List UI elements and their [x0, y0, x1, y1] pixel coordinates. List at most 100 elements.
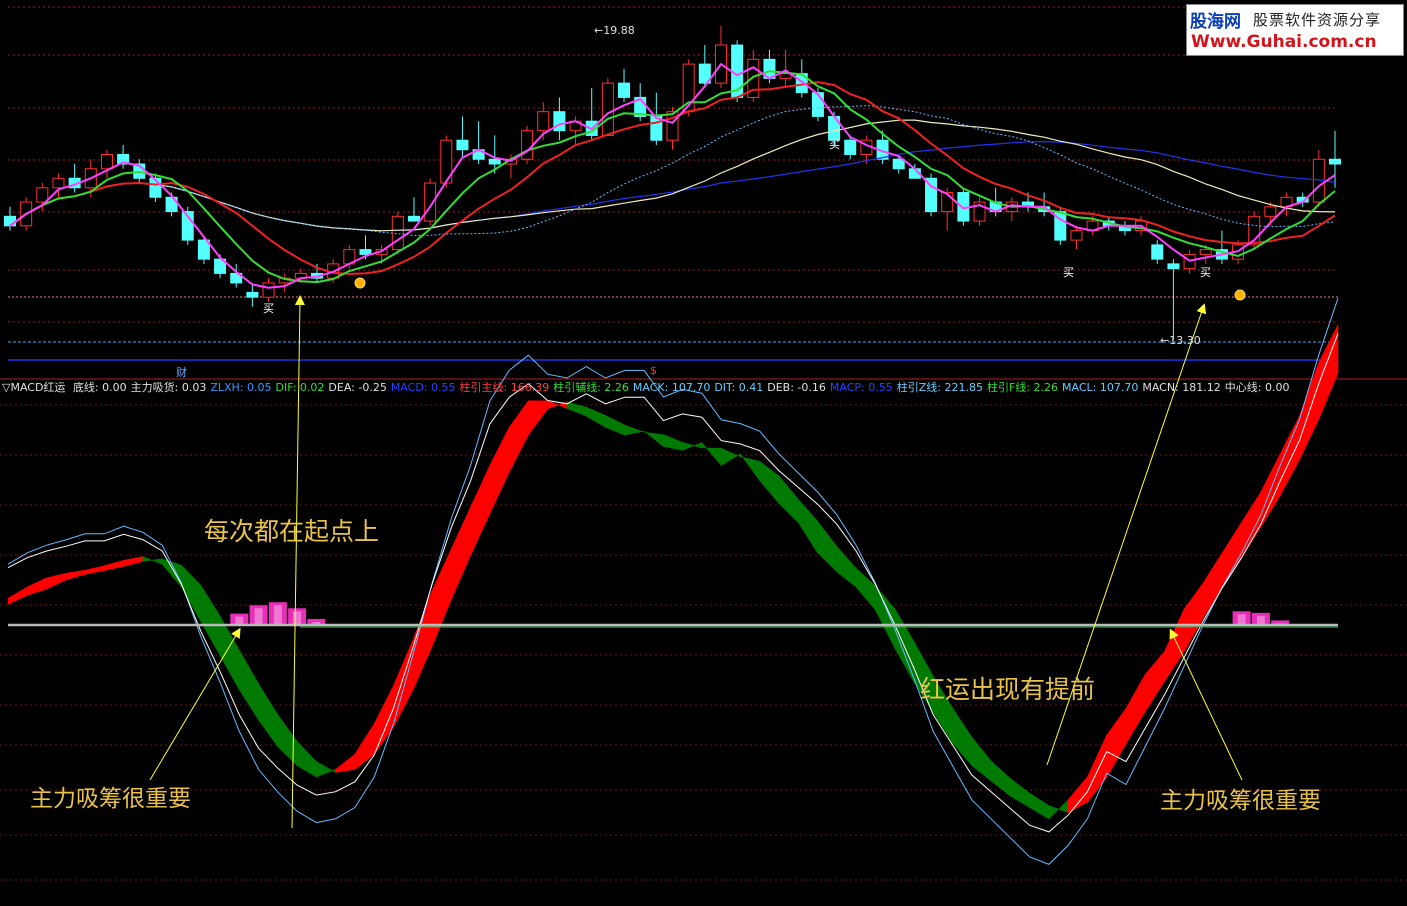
- macd-band-segment: [373, 685, 394, 756]
- candle-body: [262, 282, 275, 298]
- macd-band-segment: [875, 585, 895, 648]
- candle-body: [537, 111, 550, 132]
- macd-band-segment: [508, 399, 529, 473]
- candle-body: [456, 139, 469, 151]
- macd-band-segment: [1106, 707, 1127, 779]
- candle-body: [811, 92, 824, 117]
- macd-band-segment: [1048, 799, 1069, 820]
- macd-band-segment: [1202, 551, 1223, 620]
- candle-body: [779, 73, 792, 79]
- dividend-marker[interactable]: $: [650, 364, 657, 377]
- indicator-value: DIT: 0.41: [714, 381, 764, 394]
- accumulation-highlight: [254, 608, 263, 625]
- accumulation-highlight: [293, 611, 302, 625]
- macd-band-segment: [740, 453, 761, 482]
- macd-band-segment: [1010, 777, 1030, 808]
- macd-band-segment: [1164, 609, 1185, 683]
- watermark-logo: 股海网 股票软件资源分享 Www.Guhai.com.cn: [1186, 4, 1404, 56]
- candle-body: [391, 215, 404, 251]
- indicator-title[interactable]: ▽MACD红运: [2, 381, 65, 394]
- candle-body: [844, 139, 857, 155]
- indicator-value: MACN: 181.12: [1142, 381, 1221, 394]
- indicator-values: 底线: 0.00 主力吸货: 0.03 ZLXH: 0.05 DIF: 0.02 DEA…: [73, 381, 1294, 394]
- macd-band-segment: [663, 434, 683, 451]
- macd-band-segment: [643, 430, 664, 448]
- macd-band-segment: [778, 475, 799, 524]
- buy-marker: 买: [263, 302, 274, 315]
- indicator-value: DEA: -0.25: [328, 381, 387, 394]
- macd-band-segment: [720, 447, 741, 466]
- buy-marker: 买: [829, 138, 840, 151]
- indicator-value: MACK: 107.70: [632, 381, 711, 394]
- candle-body: [601, 82, 614, 136]
- macd-band-segment: [470, 465, 491, 556]
- macd-band-segment: [836, 545, 857, 588]
- macd-band-segment: [990, 760, 1011, 797]
- watermark-tagline: 股票软件资源分享: [1253, 11, 1382, 29]
- macd-band-segment: [1029, 792, 1050, 820]
- macd-band-segment: [239, 649, 259, 722]
- annotation-start-point: 每次都在起点上: [204, 517, 380, 546]
- candle-body: [1070, 230, 1083, 241]
- candle-body: [618, 82, 631, 98]
- macd-band-segment: [123, 556, 144, 567]
- price-high-label: ←19.88: [594, 24, 635, 37]
- chart-canvas: [0, 6, 1407, 881]
- macd-band-segment: [1279, 415, 1300, 496]
- macd-band-segment: [46, 572, 67, 590]
- macd-band-segment: [605, 414, 626, 436]
- finance-marker[interactable]: 财: [176, 364, 187, 380]
- indicator-value: 柱引F线: 2.26: [986, 381, 1058, 394]
- macd-band-segment: [335, 753, 356, 773]
- macd-band-segment: [412, 590, 433, 691]
- candle-body: [1151, 244, 1164, 260]
- macd-band-segment: [200, 584, 221, 657]
- watermark-brand: 股海网: [1190, 12, 1241, 32]
- candle-body: [246, 291, 259, 298]
- macd-band-segment: [7, 586, 28, 605]
- macd-band-segment: [316, 761, 336, 778]
- macd-band-segment: [142, 556, 163, 565]
- dea-line: [7, 333, 1339, 833]
- annotation-accumulation-right: 主力吸筹很重要: [1160, 788, 1321, 814]
- candle-body: [4, 215, 16, 227]
- annotation-accumulation-left: 主力吸筹很重要: [30, 786, 191, 812]
- candle-body: [52, 177, 65, 189]
- candle-body: [521, 130, 534, 160]
- candle-body: [359, 249, 372, 255]
- macd-band-segment: [1183, 582, 1204, 654]
- macd-band-segment: [104, 560, 124, 571]
- annotation-arrow: [149, 627, 241, 781]
- accumulation-highlight: [273, 605, 282, 625]
- macd-band-segment: [296, 740, 317, 778]
- indicator-value: MACP: 0.55: [829, 381, 893, 394]
- macd-band-segment: [701, 441, 722, 467]
- accumulation-highlight: [235, 616, 244, 625]
- indicator-value: MACD: 0.55: [390, 381, 456, 394]
- macd-band-segment: [817, 520, 838, 573]
- candle-body: [488, 158, 501, 165]
- macd-band-segment: [65, 569, 86, 581]
- macd-band-segment: [258, 682, 279, 748]
- indicator-value: 主力吸货: 0.03: [130, 381, 207, 394]
- macd-band-segment: [1222, 521, 1242, 588]
- buy-marker: 买: [1063, 266, 1074, 279]
- candle-body: [100, 153, 113, 170]
- indicator-legend-bar: ▽MACD红运 底线: 0.00 主力吸货: 0.03 ZLXH: 0.05 DIF:…: [2, 381, 1402, 395]
- candle-body: [36, 187, 49, 203]
- candle-body: [553, 111, 566, 132]
- accumulation-highlight: [1256, 615, 1265, 625]
- macd-band-segment: [489, 427, 510, 514]
- indicator-value: MACL: 107.70: [1062, 381, 1139, 394]
- candle-body: [1264, 206, 1277, 217]
- macd-band-segment: [855, 567, 876, 611]
- gold-coin-icon: [1234, 289, 1246, 301]
- annotation-early-signal: 红运出现有提前: [920, 675, 1096, 704]
- candle-body: [1329, 158, 1341, 165]
- macd-band-segment: [277, 713, 298, 767]
- macd-band-segment: [431, 548, 452, 647]
- macd-band-segment: [528, 400, 549, 436]
- candle-body: [1199, 249, 1212, 255]
- macd-band-segment: [26, 577, 47, 596]
- macd-band-segment: [84, 565, 105, 575]
